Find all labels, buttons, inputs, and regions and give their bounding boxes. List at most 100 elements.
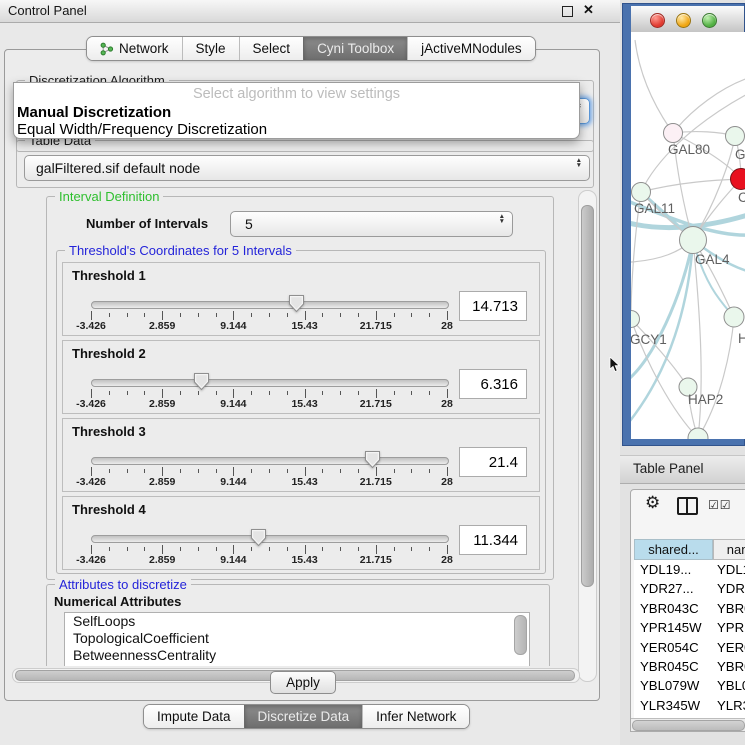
checkbox-icons[interactable]: ☑☑ <box>708 498 732 512</box>
cell-shared-name[interactable]: YDL19... <box>634 560 713 579</box>
close-icon[interactable]: ✕ <box>583 2 594 18</box>
network-node-gal80[interactable] <box>664 124 683 143</box>
slider-track[interactable] <box>91 535 449 543</box>
tab-network[interactable]: Network <box>87 37 182 60</box>
cell-name[interactable]: YBR0 <box>713 599 745 618</box>
axis-tick-label: -3.426 <box>76 554 106 566</box>
axis-tick-label: 15.43 <box>291 320 317 332</box>
slider-track[interactable] <box>91 301 449 309</box>
tab-label: Infer Network <box>376 709 456 724</box>
slider-track[interactable] <box>91 457 449 465</box>
attribute-item-selfloops[interactable]: SelfLoops <box>65 613 529 630</box>
cell-shared-name[interactable]: YBR045C <box>634 657 713 676</box>
gear-icon[interactable]: ⚙ <box>645 493 660 513</box>
network-node-ga[interactable] <box>726 127 745 146</box>
network-window-titlebar[interactable] <box>631 6 744 33</box>
tab-jactivemnodules[interactable]: jActiveMNodules <box>407 37 535 60</box>
axis-tick-label: 28 <box>441 398 453 410</box>
mouse-cursor-icon <box>609 357 621 373</box>
attribute-item-topologicalcoefficient[interactable]: TopologicalCoefficient <box>65 630 529 647</box>
threshold-value-field[interactable]: 11.344 <box>459 525 527 555</box>
axis-tick-label: 21.715 <box>360 476 392 488</box>
apply-button[interactable]: Apply <box>270 671 336 694</box>
cell-name[interactable]: YPR1 <box>713 618 745 637</box>
slider-thumb[interactable] <box>288 294 305 313</box>
table-header-row: shared...name <box>634 539 745 560</box>
slider-thumb[interactable] <box>193 372 210 391</box>
table-body: YDL19...YDL1YDR27...YDR2YBR043CYBR0YPR14… <box>634 560 745 732</box>
network-node-gal4[interactable] <box>680 227 707 254</box>
zoom-traffic-light-icon[interactable] <box>702 13 717 28</box>
node-label-gcy1: GCY1 <box>631 332 667 347</box>
node-label-gal4: GAL4 <box>695 252 730 267</box>
tab-infer-network[interactable]: Infer Network <box>362 705 469 728</box>
cell-name[interactable]: YDR2 <box>713 579 745 598</box>
cell-name[interactable]: YLR3 <box>713 696 745 715</box>
table-row-ylr345w[interactable]: YLR345WYLR3 <box>634 696 745 715</box>
table-panel-title: Table Panel <box>633 461 704 476</box>
axis-tick-label: 9.144 <box>220 476 246 488</box>
cell-name[interactable]: YDL1 <box>713 560 745 579</box>
table-row-ybl079w[interactable]: YBL079WYBL0 <box>634 676 745 695</box>
table-row-ydr27[interactable]: YDR27...YDR2 <box>634 579 745 598</box>
cell-name[interactable]: YER0 <box>713 638 745 657</box>
node-label-hap2: HAP2 <box>688 392 723 407</box>
network-node-h[interactable] <box>724 307 744 327</box>
cell-shared-name[interactable]: YLR345W <box>634 696 713 715</box>
table-row-ybr045c[interactable]: YBR045CYBR0 <box>634 657 745 676</box>
threshold-value-field[interactable]: 14.713 <box>459 291 527 321</box>
network-canvas[interactable]: GAL80GACGAL11GAL4GCY1HHAP2 <box>631 32 745 439</box>
algorithm-option-equal-width-frequency-discretization[interactable]: Equal Width/Frequency Discretization <box>14 121 579 138</box>
network-node-gal11[interactable] <box>632 183 651 202</box>
screen: Control Panel ✕ NetworkStyleSelectCyni T… <box>0 0 745 745</box>
algorithm-prompt-item[interactable]: Select algorithm to view settings <box>14 83 579 104</box>
slider-thumb[interactable] <box>364 450 381 469</box>
settings-viewport: Interval Definition Number of Intervals … <box>10 190 577 666</box>
float-window-icon[interactable] <box>562 6 573 17</box>
tab-impute-data[interactable]: Impute Data <box>144 705 244 728</box>
node-label-gal80: GAL80 <box>668 142 710 157</box>
table-row-yer054c[interactable]: YER054CYER0 <box>634 638 745 657</box>
algorithm-option-manual-discretization[interactable]: Manual Discretization <box>14 104 579 121</box>
node-label-ga: GA <box>735 147 745 162</box>
close-traffic-light-icon[interactable] <box>650 13 665 28</box>
threshold-value-field[interactable]: 21.4 <box>459 447 527 477</box>
tab-style[interactable]: Style <box>182 37 239 60</box>
number-of-intervals-spinner[interactable]: 5 ▲▼ <box>230 211 513 237</box>
cell-shared-name[interactable]: YDR27... <box>634 579 713 598</box>
list-scrollbar-thumb[interactable] <box>514 615 527 655</box>
slider-thumb[interactable] <box>250 528 267 547</box>
vertical-scrollbar[interactable] <box>578 190 597 682</box>
tab-label: Discretize Data <box>258 709 350 724</box>
slider-axis-labels: -3.4262.8599.14415.4321.71528 <box>91 554 448 566</box>
numerical-attributes-list[interactable]: SelfLoopsTopologicalCoefficientBetweenne… <box>64 612 530 666</box>
attribute-item-betweennesscentrality[interactable]: BetweennessCentrality <box>65 647 529 664</box>
cell-shared-name[interactable]: YPR145W <box>634 618 713 637</box>
network-node-gcy1[interactable] <box>631 311 640 328</box>
slider-track[interactable] <box>91 379 449 387</box>
tab-select[interactable]: Select <box>239 37 304 60</box>
vertical-scrollbar-thumb[interactable] <box>581 205 594 587</box>
table-row-ybr043c[interactable]: YBR043CYBR0 <box>634 599 745 618</box>
network-view-window[interactable]: GAL80GACGAL11GAL4GCY1HHAP2 <box>622 3 745 446</box>
cell-name[interactable]: YBR0 <box>713 657 745 676</box>
algorithm-dropdown-popup: Select algorithm to view settings Manual… <box>13 82 580 139</box>
columns-icon[interactable] <box>677 497 698 515</box>
table-horizontal-scrollbar-thumb[interactable] <box>632 720 745 731</box>
cell-shared-name[interactable]: YBL079W <box>634 676 713 695</box>
table-panel-header: Table Panel <box>620 455 745 484</box>
table-row-ydl19[interactable]: YDL19...YDL1 <box>634 560 745 579</box>
minimize-traffic-light-icon[interactable] <box>676 13 691 28</box>
column-header-shared[interactable]: shared... <box>634 539 713 560</box>
network-node-c[interactable] <box>731 169 745 190</box>
tab-discretize-data[interactable]: Discretize Data <box>244 705 363 728</box>
table-row-ypr145w[interactable]: YPR145WYPR1 <box>634 618 745 637</box>
tab-cyni-toolbox[interactable]: Cyni Toolbox <box>303 37 407 60</box>
cell-name[interactable]: YBL0 <box>713 676 745 695</box>
table-horizontal-scrollbar[interactable] <box>631 718 745 731</box>
threshold-value-field[interactable]: 6.316 <box>459 369 527 399</box>
cell-shared-name[interactable]: YBR043C <box>634 599 713 618</box>
cell-shared-name[interactable]: YER054C <box>634 638 713 657</box>
table-data-combo[interactable]: galFiltered.sif default node ▲▼ <box>24 155 590 181</box>
column-header-name[interactable]: name <box>713 539 745 560</box>
